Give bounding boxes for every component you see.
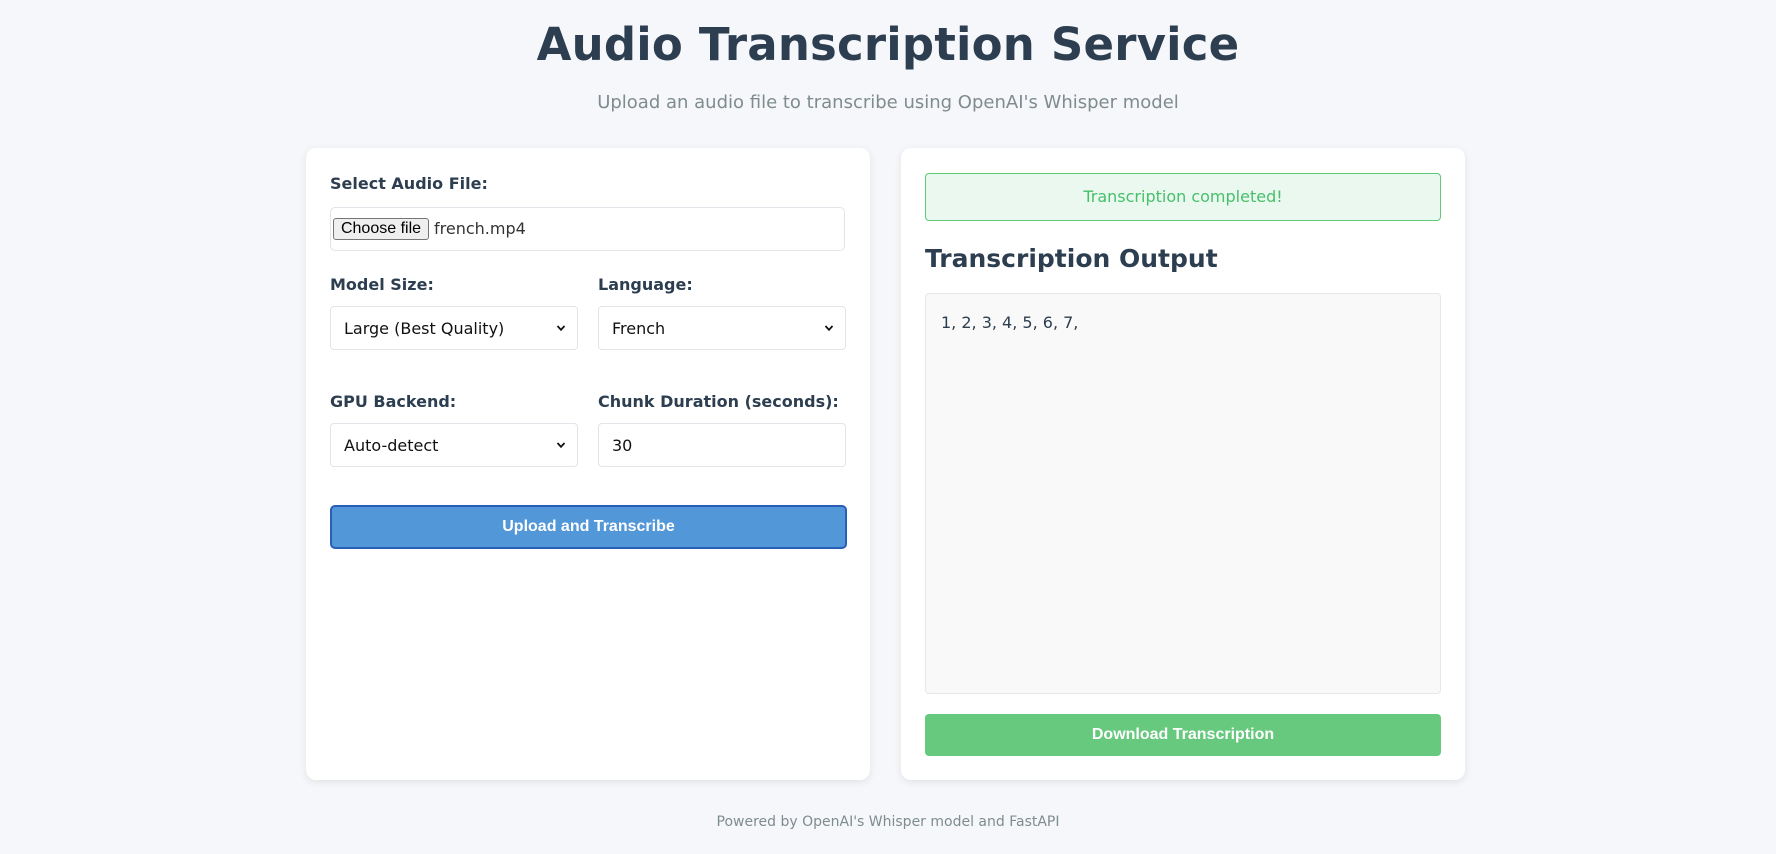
- chevron-down-icon: [824, 325, 834, 332]
- file-input[interactable]: Choose file french.mp4: [330, 207, 845, 251]
- model-size-value: Large (Best Quality): [344, 319, 505, 338]
- upload-transcribe-button[interactable]: Upload and Transcribe: [330, 505, 847, 549]
- chunk-duration-label: Chunk Duration (seconds):: [598, 392, 839, 411]
- transcription-output-area[interactable]: 1, 2, 3, 4, 5, 6, 7,: [925, 293, 1441, 694]
- language-value: French: [612, 319, 666, 338]
- download-transcription-button[interactable]: Download Transcription: [925, 714, 1441, 756]
- gpu-backend-label: GPU Backend:: [330, 392, 457, 411]
- transcription-output-card: Transcription completed! Transcription O…: [901, 148, 1465, 780]
- page-title: Audio Transcription Service: [536, 18, 1240, 71]
- status-message: Transcription completed!: [925, 173, 1441, 221]
- page-subtitle: Upload an audio file to transcribe using…: [597, 92, 1179, 113]
- gpu-backend-select[interactable]: Auto-detect: [330, 423, 578, 467]
- file-label: Select Audio File:: [330, 174, 488, 193]
- chevron-down-icon: [556, 325, 566, 332]
- choose-file-button[interactable]: Choose file: [333, 218, 429, 240]
- selected-file-name: french.mp4: [434, 219, 526, 238]
- chunk-duration-value: 30: [612, 436, 633, 455]
- upload-form-card: Select Audio File: Choose file french.mp…: [306, 148, 870, 780]
- language-select[interactable]: French: [598, 306, 846, 350]
- model-size-select[interactable]: Large (Best Quality): [330, 306, 578, 350]
- model-size-label: Model Size:: [330, 275, 434, 294]
- transcription-text: 1, 2, 3, 4, 5, 6, 7,: [941, 313, 1079, 332]
- chevron-down-icon: [556, 442, 566, 449]
- footer-text: Powered by OpenAI's Whisper model and Fa…: [716, 814, 1060, 830]
- gpu-backend-value: Auto-detect: [344, 436, 439, 455]
- output-title: Transcription Output: [925, 244, 1218, 273]
- chunk-duration-input[interactable]: 30: [598, 423, 846, 467]
- language-label: Language:: [598, 275, 693, 294]
